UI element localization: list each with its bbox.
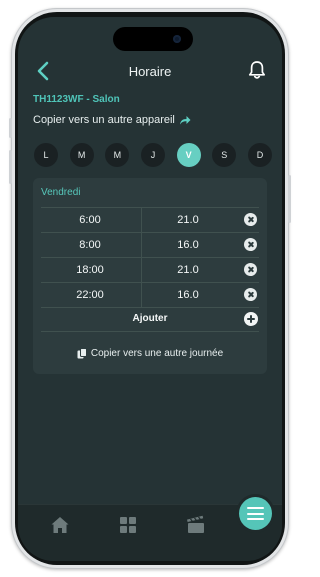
day-button-sunday[interactable]: D xyxy=(247,143,272,167)
delete-row-icon[interactable] xyxy=(244,213,257,226)
copy-to-device-link[interactable]: Copier vers un autre appareil xyxy=(33,114,191,126)
menu-line xyxy=(247,507,264,510)
schedule-time[interactable]: 22:00 xyxy=(41,289,139,301)
day-button-wednesday[interactable]: M xyxy=(105,143,130,167)
add-schedule-label: Ajouter xyxy=(132,313,168,324)
phone-side-button-left xyxy=(9,150,12,184)
divider xyxy=(141,283,142,307)
phone-side-button-left xyxy=(9,118,12,138)
hamburger-menu-icon[interactable] xyxy=(239,497,272,530)
day-selector: L M M J V S D xyxy=(34,143,272,167)
copy-to-day-label: Copier vers une autre journée xyxy=(90,348,224,359)
plus-circle-icon xyxy=(244,312,258,326)
day-button-saturday[interactable]: S xyxy=(212,143,237,167)
divider xyxy=(141,208,142,232)
schedule-temperature[interactable]: 16.0 xyxy=(143,289,233,301)
schedule-row: 6:00 21.0 xyxy=(41,208,259,233)
day-button-monday[interactable]: L xyxy=(34,143,58,167)
page-title: Horaire xyxy=(128,64,172,79)
divider xyxy=(141,258,142,282)
clapperboard-icon[interactable] xyxy=(186,515,206,535)
dynamic-island xyxy=(113,27,193,51)
copy-to-day-link[interactable]: Copier vers une autre journée xyxy=(33,348,267,359)
schedule-temperature[interactable]: 21.0 xyxy=(143,264,233,276)
delete-row-icon[interactable] xyxy=(244,288,257,301)
day-button-friday[interactable]: V xyxy=(176,143,201,167)
schedule-row: 18:00 21.0 xyxy=(41,258,259,283)
schedule-card: Vendredi 6:00 21.0 8:00 16.0 18:00 21.0 … xyxy=(33,178,267,374)
schedule-temperature[interactable]: 16.0 xyxy=(143,239,233,251)
schedule-time[interactable]: 8:00 xyxy=(41,239,139,251)
schedule-temperature[interactable]: 21.0 xyxy=(143,214,233,226)
schedule-time[interactable]: 18:00 xyxy=(41,264,139,276)
grid-icon[interactable] xyxy=(118,515,138,535)
phone-side-button-right xyxy=(288,175,291,223)
day-button-tuesday[interactable]: M xyxy=(69,143,94,167)
delete-row-icon[interactable] xyxy=(244,263,257,276)
camera-icon xyxy=(173,35,181,43)
bell-icon[interactable] xyxy=(248,60,266,80)
schedule-time[interactable]: 6:00 xyxy=(41,214,139,226)
home-icon[interactable] xyxy=(50,515,70,535)
copy-to-device-label: Copier vers un autre appareil xyxy=(33,114,175,126)
schedule-row: 8:00 16.0 xyxy=(41,233,259,258)
divider xyxy=(141,233,142,257)
day-button-thursday[interactable]: J xyxy=(140,143,165,167)
copy-icon xyxy=(77,348,87,359)
device-name: TH1123WF - Salon xyxy=(33,94,120,105)
menu-line xyxy=(247,518,264,521)
share-arrow-icon xyxy=(179,116,191,125)
delete-row-icon[interactable] xyxy=(244,238,257,251)
schedule-day-title: Vendredi xyxy=(41,187,81,198)
schedule-row: 22:00 16.0 xyxy=(41,283,259,308)
add-schedule-button[interactable]: Ajouter xyxy=(41,308,259,332)
menu-line xyxy=(247,512,264,515)
app-header: Horaire xyxy=(18,53,282,89)
app-screen: Horaire TH1123WF - Salon Copier vers un … xyxy=(18,17,282,561)
